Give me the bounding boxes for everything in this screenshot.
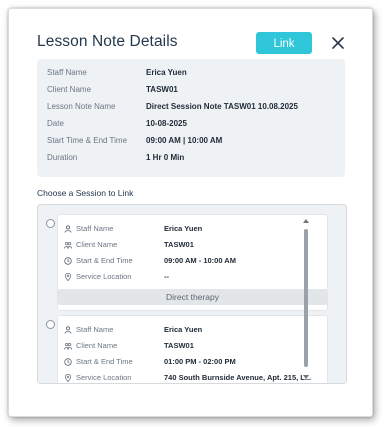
location-pin-icon [64, 374, 72, 382]
session-label: Staff Name [76, 224, 114, 233]
session-radio[interactable] [46, 219, 55, 228]
session-value: TASW01 [164, 341, 194, 350]
link-button[interactable]: Link [256, 32, 312, 54]
detail-label: Date [47, 119, 64, 128]
session-label: Start & End Time [76, 256, 133, 265]
person-icon [64, 225, 72, 233]
session-value: -- [164, 272, 169, 281]
session-value: Erica Yuen [164, 325, 203, 334]
group-icon [64, 241, 72, 249]
session-label: Service Location [76, 373, 132, 382]
detail-value: Direct Session Note TASW01 10.08.2025 [146, 102, 298, 111]
session-row-time: Start & End Time 01:00 PM - 02:00 PM [64, 355, 326, 369]
location-pin-icon [64, 273, 72, 281]
clock-icon [64, 358, 72, 366]
session-value: 09:00 AM - 10:00 AM [164, 256, 236, 265]
session-value: TASW01 [164, 240, 194, 249]
session-label: Client Name [76, 341, 118, 350]
session-value: Erica Yuen [164, 224, 203, 233]
clock-icon [64, 257, 72, 265]
session-label: Start & End Time [76, 357, 133, 366]
group-icon [64, 342, 72, 350]
session-value: 01:00 PM - 02:00 PM [164, 357, 236, 366]
session-row-client: Client Name TASW01 [64, 238, 326, 252]
session-card[interactable]: Staff Name Erica Yuen Client Name TASW01… [57, 315, 328, 383]
session-row-location: Service Location -- [64, 270, 326, 284]
detail-value: TASW01 [146, 85, 178, 94]
detail-label: Staff Name [47, 68, 87, 77]
session-list[interactable]: Staff Name Erica Yuen Client Name TASW01… [37, 204, 347, 384]
detail-value: Erica Yuen [146, 68, 187, 77]
session-value: 740 South Burnside Avenue, Apt. 215, L..… [164, 373, 312, 382]
detail-value: 09:00 AM | 10:00 AM [146, 136, 223, 145]
detail-label: Duration [47, 153, 78, 162]
session-row-client: Client Name TASW01 [64, 339, 326, 353]
modal-title: Lesson Note Details [37, 33, 178, 50]
session-card[interactable]: Staff Name Erica Yuen Client Name TASW01… [57, 214, 328, 311]
scroll-thumb[interactable] [304, 229, 308, 367]
lesson-note-details-panel: Staff Name Erica Yuen Client Name TASW01… [37, 59, 345, 177]
session-section-title: Choose a Session to Link [37, 188, 134, 198]
detail-label: Lesson Note Name [47, 102, 116, 111]
detail-label: Start Time & End Time [47, 136, 128, 145]
service-type-bar: Direct therapy [58, 289, 327, 305]
session-radio[interactable] [46, 320, 55, 329]
session-row-time: Start & End Time 09:00 AM - 10:00 AM [64, 254, 326, 268]
session-list-scrollbar[interactable] [303, 217, 309, 381]
lesson-note-modal: Lesson Note Details Link Staff Name Eric… [8, 8, 373, 417]
detail-value: 10-08-2025 [146, 119, 187, 128]
session-label: Client Name [76, 240, 118, 249]
session-label: Service Location [76, 272, 132, 281]
detail-label: Client Name [47, 85, 92, 94]
session-label: Staff Name [76, 325, 114, 334]
detail-value: 1 Hr 0 Min [146, 153, 185, 162]
session-row-staff: Staff Name Erica Yuen [64, 323, 326, 337]
person-icon [64, 326, 72, 334]
session-row-staff: Staff Name Erica Yuen [64, 222, 326, 236]
scroll-down-arrow[interactable] [303, 375, 309, 379]
scroll-up-arrow[interactable] [303, 219, 309, 223]
close-icon[interactable] [330, 35, 346, 51]
session-row-location: Service Location 740 South Burnside Aven… [64, 371, 326, 383]
